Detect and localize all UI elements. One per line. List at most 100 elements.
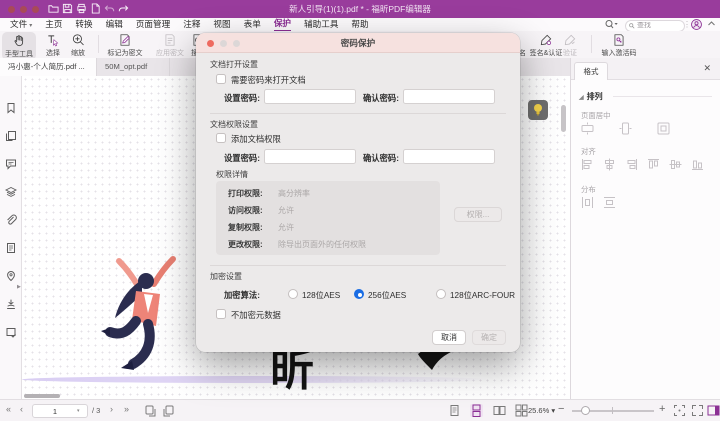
signature-icon[interactable] (5, 298, 17, 310)
menu-comment[interactable]: 注释 (183, 18, 200, 31)
destinations-icon[interactable] (5, 242, 17, 254)
bookmarks-icon[interactable] (5, 102, 17, 114)
require-password-checkbox[interactable] (216, 74, 226, 84)
no-metadata-label: 不加密元数据 (231, 309, 281, 321)
page-number-input[interactable] (33, 406, 77, 417)
arrange-section-header[interactable]: ◢排列 (579, 91, 603, 102)
zoom-slider-knob[interactable] (581, 406, 590, 415)
swoosh-decoration (22, 376, 492, 383)
zoom-level-label[interactable]: 25.6% ▾ (528, 406, 555, 415)
form-fields-icon[interactable] (5, 326, 17, 338)
facing-pages-view-icon[interactable] (493, 404, 506, 417)
radio-128aes[interactable] (288, 289, 298, 299)
set-password-input[interactable] (265, 94, 355, 107)
menu-accessibility[interactable]: 辅助工具 (304, 18, 338, 31)
chevron-down-icon[interactable]: ▾ (77, 408, 80, 414)
divider (613, 96, 712, 97)
close-panel-icon[interactable]: ✕ (703, 63, 711, 73)
doc-tab-active[interactable]: 冯小惠-个人简历.pdf ... (0, 58, 96, 76)
center-vertical-icon[interactable] (619, 122, 632, 135)
menu-protect[interactable]: 保护 (274, 17, 291, 31)
no-metadata-checkbox[interactable] (216, 309, 226, 319)
distribute-horizontal-icon[interactable] (581, 196, 594, 209)
distribute-vertical-icon[interactable] (603, 196, 616, 209)
panel-toggle-icon[interactable] (707, 404, 720, 417)
center-both-icon[interactable] (657, 122, 670, 135)
sign-certify-icon (539, 33, 553, 47)
continuous-view-icon[interactable] (470, 404, 483, 417)
search-input[interactable] (637, 22, 675, 29)
perm-set-password-input[interactable] (265, 154, 355, 167)
location-pin-icon[interactable] (5, 270, 17, 282)
attachments-icon[interactable] (5, 214, 17, 226)
menu-view[interactable]: 视图 (213, 18, 230, 31)
perm-row-change: 更改权限:除导出页面外的任何权限 (228, 239, 366, 250)
panel-expand-handle[interactable]: ▶ (17, 284, 21, 290)
horizontal-scrollbar[interactable] (24, 394, 60, 398)
align-right-icon[interactable] (625, 158, 638, 171)
caret-icon: ◢ (579, 95, 584, 101)
fullscreen-icon[interactable] (691, 404, 704, 417)
doc-tab-inactive[interactable]: 50M_opt.pdf (96, 58, 170, 76)
layers-icon[interactable] (5, 186, 17, 198)
vertical-scrollbar[interactable] (561, 105, 566, 132)
hand-tool-button[interactable]: 手型工具 (2, 32, 36, 60)
comments-icon[interactable] (5, 158, 17, 170)
align-middle-icon[interactable] (669, 158, 682, 171)
confirm-password-field[interactable] (403, 89, 495, 104)
first-page-button[interactable]: « (6, 404, 11, 414)
menu-home[interactable]: 主页 (45, 18, 62, 31)
verify-button[interactable]: 验证 (557, 33, 583, 58)
search-history-icon[interactable] (604, 19, 618, 29)
tab-format[interactable]: 格式 (574, 62, 608, 80)
previous-view-icon[interactable] (144, 404, 157, 417)
divider (210, 265, 506, 266)
radio-arcfour[interactable] (436, 289, 446, 299)
previous-page-button[interactable]: ‹ (20, 404, 23, 414)
magnifier-plus-icon (71, 33, 85, 47)
perm-set-password-field[interactable] (264, 149, 356, 164)
page-number-box[interactable]: ▾ (32, 404, 88, 418)
zoom-out-button[interactable]: − (558, 403, 564, 415)
menu-help[interactable]: 帮助 (351, 18, 368, 31)
hand-icon (12, 34, 26, 48)
confirm-password-input[interactable] (404, 94, 494, 107)
hint-lightbulb-button[interactable] (528, 100, 548, 120)
activation-code-button[interactable]: 输入激活码 (598, 33, 640, 58)
perm-confirm-password-label: 确认密码: (363, 152, 399, 164)
center-horizontal-icon[interactable] (581, 122, 594, 135)
align-bottom-icon[interactable] (691, 158, 704, 171)
ok-button[interactable]: 确定 (472, 330, 506, 345)
align-top-icon[interactable] (647, 158, 660, 171)
add-permission-checkbox[interactable] (216, 133, 226, 143)
next-page-button[interactable]: › (110, 404, 113, 414)
search-icon (629, 23, 635, 29)
avatar[interactable] (691, 19, 702, 30)
fit-page-icon[interactable] (673, 404, 686, 417)
cancel-button[interactable]: 取消 (432, 330, 466, 345)
search-field[interactable] (625, 20, 685, 32)
set-password-field[interactable] (264, 89, 356, 104)
perm-confirm-password-field[interactable] (403, 149, 495, 164)
radio-arcfour-label: 128位ARC-FOUR (450, 289, 515, 301)
collapse-toolbar-icon[interactable] (707, 19, 716, 28)
align-left-icon[interactable] (581, 158, 594, 171)
menu-convert[interactable]: 转换 (75, 18, 92, 31)
perm-confirm-password-input[interactable] (404, 154, 494, 167)
menu-page-management[interactable]: 页面管理 (136, 18, 170, 31)
permissions-button[interactable]: 权限... (454, 207, 502, 222)
last-page-button[interactable]: » (124, 404, 129, 414)
quad-pages-view-icon[interactable] (515, 404, 528, 417)
align-center-h-icon[interactable] (603, 158, 616, 171)
menu-file[interactable]: 文件▾ (10, 18, 32, 31)
page-thumbnails-icon[interactable] (5, 130, 17, 142)
single-page-view-icon[interactable] (448, 404, 461, 417)
menu-form[interactable]: 表单 (244, 18, 261, 31)
zoom-in-button[interactable]: + (659, 403, 665, 415)
next-view-icon[interactable] (162, 404, 175, 417)
zoom-tool-button[interactable]: 缩放 (63, 33, 93, 58)
kebab-menu-icon[interactable]: ⋮ (683, 20, 691, 29)
menu-edit[interactable]: 编辑 (106, 18, 123, 31)
radio-256aes[interactable] (354, 289, 364, 299)
mark-redact-button[interactable]: 标记为密文 (103, 33, 147, 58)
